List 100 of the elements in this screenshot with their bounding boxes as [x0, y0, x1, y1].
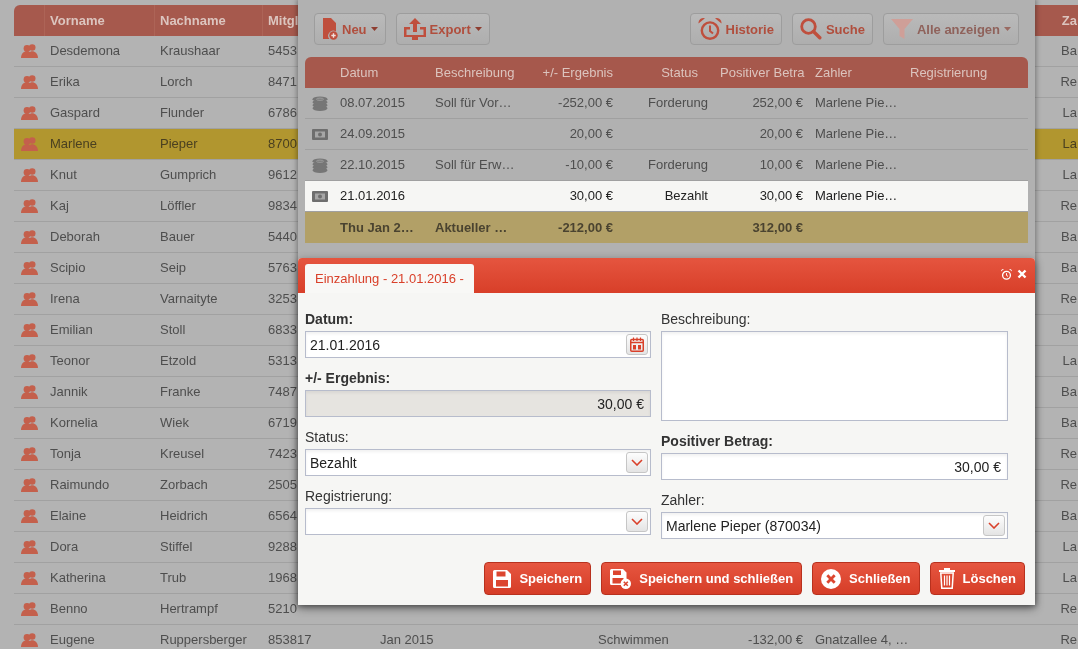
select-field[interactable]: Bezahlt	[305, 449, 651, 476]
search-icon	[799, 18, 822, 40]
member-row[interactable]: Kornelia Wiek 6719	[14, 408, 298, 438]
table-cell-text: Ba	[1060, 42, 1078, 60]
dropdown-button[interactable]	[626, 511, 648, 532]
description-field[interactable]	[661, 331, 1008, 421]
table-cell: Schwimmen	[598, 632, 669, 647]
member-row[interactable]: Teonor Etzold 5313	[14, 346, 298, 376]
table-cell: Hertrampf	[160, 601, 218, 616]
member-row[interactable]: Dora Stiffel 9288	[14, 532, 298, 562]
member-row[interactable]: Elaine Heidrich 6564	[14, 501, 298, 531]
member-row[interactable]: Desdemona Kraushaar 5453	[14, 36, 298, 66]
search-button[interactable]: Suche	[791, 13, 873, 45]
member-row[interactable]: Tonja Kreusel 7423	[14, 439, 298, 469]
table-cell: 2505	[268, 477, 297, 492]
people-icon	[20, 447, 38, 461]
member-row[interactable]: Irena Varnaityte 3253	[14, 284, 298, 314]
table-cell-text: La	[1061, 166, 1078, 184]
table-cell-text: Re	[1059, 445, 1078, 463]
table-cell: Raimundo	[50, 477, 110, 492]
column-header[interactable]: Vorname	[50, 13, 105, 28]
delete-button[interactable]: Löschen	[929, 562, 1025, 595]
new-button[interactable]: Neu	[314, 13, 386, 45]
table-cell-text: Re	[1059, 600, 1078, 618]
column-header[interactable]: Za	[1035, 5, 1078, 36]
member-row[interactable]: Raimundo Zorbach 2505	[14, 470, 298, 500]
alarm-clock-icon[interactable]	[1001, 269, 1012, 280]
column-header[interactable]: Beschreibung	[435, 65, 515, 80]
transaction-row[interactable]: 21.01.2016 30,00 € Bezahlt 30,00 € Marlene Pie…	[305, 181, 1028, 212]
member-row[interactable]: Benno Hertrampf 5210	[14, 594, 298, 624]
column-header[interactable]: Status	[661, 65, 698, 80]
column-header[interactable]: Positiver Betra	[720, 65, 805, 80]
table-cell: Re	[1060, 632, 1077, 647]
column-header[interactable]: Datum	[340, 65, 379, 80]
amount-field[interactable]: 30,00 €	[661, 453, 1008, 480]
transaction-row[interactable]: 24.09.2015 20,00 € 20,00 € Marlene Pie…	[305, 119, 1028, 150]
member-row[interactable]: Gaspard Flunder 6786	[14, 98, 298, 128]
column-header[interactable]: +/- Ergebnis	[542, 65, 613, 80]
table-cell-text: Re	[1059, 290, 1078, 308]
table-cell: Knut	[50, 167, 77, 182]
member-row[interactable]: Marlene Pieper 8700	[14, 129, 298, 159]
table-cell: Kreusel	[160, 446, 205, 461]
table-cell-text: Ba	[1060, 228, 1078, 246]
member-row[interactable]: Emilian Stoll 6833	[14, 315, 298, 345]
table-cell: Soll für Vor…	[435, 95, 512, 110]
table-cell: 252,00 €	[752, 95, 803, 110]
dropdown-button[interactable]	[983, 515, 1005, 536]
table-cell-text: Re	[1059, 476, 1078, 494]
dialog-tab[interactable]: Einzahlung - 21.01.2016 -	[305, 264, 474, 293]
table-cell: 7423	[268, 446, 297, 461]
history-button[interactable]: Historie	[689, 13, 782, 45]
x-circle-icon	[821, 568, 842, 589]
table-cell: 21.01.2016	[340, 188, 406, 203]
export-button[interactable]: Export	[395, 13, 490, 45]
close-button[interactable]: Schließen	[812, 562, 920, 595]
coins-icon	[312, 157, 328, 173]
chevron-down-icon	[631, 518, 643, 525]
column-header[interactable]: Nachname	[160, 13, 226, 28]
table-cell: Thu Jan 2…	[340, 220, 414, 235]
trash-icon	[938, 568, 955, 589]
table-cell: Elaine	[50, 508, 87, 523]
amount-field[interactable]: 30,00 €	[305, 390, 651, 417]
field-label: Registrierung:	[305, 487, 393, 506]
people-icon	[20, 44, 38, 58]
table-cell: 853817	[268, 632, 312, 647]
calendar-button[interactable]	[626, 334, 648, 355]
table-cell: Marlene Pie…	[815, 188, 898, 203]
member-row[interactable]: Jannik Franke 7487	[14, 377, 298, 407]
table-cell: Gnatzallee 4, …	[815, 632, 909, 647]
table-cell: 5440	[268, 229, 297, 244]
table-cell: Varnaityte	[160, 291, 218, 306]
table-cell: Franke	[160, 384, 201, 399]
column-header[interactable]: Registrierung	[910, 65, 988, 80]
select-field[interactable]	[305, 508, 651, 535]
field-label: Zahler:	[661, 491, 705, 510]
table-cell: La	[1035, 129, 1078, 159]
close-icon[interactable]	[1017, 269, 1027, 279]
member-row[interactable]: Knut Gumprich 9612	[14, 160, 298, 190]
column-header[interactable]: Mitgl	[268, 13, 299, 28]
table-cell: Heidrich	[160, 508, 208, 523]
table-cell: Kornelia	[50, 415, 98, 430]
date-field[interactable]: 21.01.2016	[305, 331, 651, 358]
select-field[interactable]: Marlene Pieper (870034)	[661, 512, 1008, 539]
banknote-icon	[312, 190, 328, 202]
people-icon	[20, 540, 38, 554]
member-row[interactable]: Katherina Trub 1968	[14, 563, 298, 593]
save-and-close-button[interactable]: Speichern und schließen	[601, 562, 803, 595]
people-icon	[20, 571, 38, 585]
member-row[interactable]: Deborah Bauer 5440	[14, 222, 298, 252]
dropdown-button[interactable]	[626, 452, 648, 473]
transaction-row[interactable]: 08.07.2015 Soll für Vor… -252,00 € Forderung 252,00 € Marlene Pie…	[305, 88, 1028, 119]
member-row[interactable]: Kaj Löffler 9834	[14, 191, 298, 221]
member-row[interactable]: Eugene Ruppersberger 853817 Jan 2015 Schwimmen -132,00 € Gnatzallee 4, … Re	[14, 625, 1078, 649]
table-cell: 20,00 €	[759, 126, 803, 141]
save-button[interactable]: Speichern	[484, 562, 592, 595]
table-cell: 9288	[268, 539, 297, 554]
member-row[interactable]: Scipio Seip 5763	[14, 253, 298, 283]
column-header[interactable]: Zahler	[815, 65, 852, 80]
table-cell: 312,00 €	[752, 220, 803, 235]
member-row[interactable]: Erika Lorch 8471	[14, 67, 298, 97]
